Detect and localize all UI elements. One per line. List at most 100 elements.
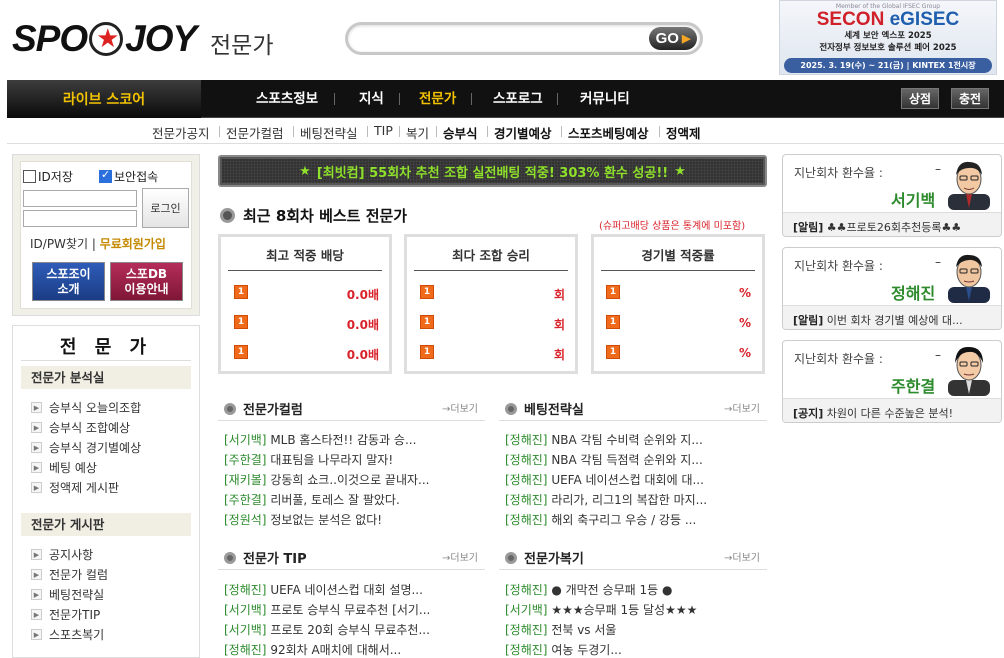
menu-item[interactable]: ▶ 베팅전략실 <box>31 586 104 603</box>
nav-item-knowledge[interactable]: 지식 <box>359 80 384 118</box>
list-item[interactable]: [서기백] 프로토 승부식 무료추천 [서기... <box>224 601 430 618</box>
chevron-right-icon: ▶ <box>31 402 42 413</box>
subnav-tip[interactable]: TIP <box>374 123 393 138</box>
list-item[interactable]: [정해진] NBA 각팀 수비력 순위와 지... <box>505 431 703 448</box>
menu-item[interactable]: ▶ 공지사항 <box>31 546 93 563</box>
expert-avatar-icon <box>948 161 990 210</box>
spojoy-intro-button[interactable]: 스포조이 소개 <box>32 262 105 301</box>
list-item[interactable]: [정해진] UEFA 네이션스컵 대회에 대... <box>505 471 704 488</box>
charge-button[interactable]: 충전 <box>951 88 990 109</box>
bullet-circle-icon <box>224 551 236 564</box>
list-item[interactable]: [재키볼] 강동희 쇼크..이것으로 끝내자... <box>224 471 430 488</box>
menu-item[interactable]: ▶ 베팅 예상 <box>31 459 97 476</box>
expert-card[interactable]: 지난회차 환수율 : – 서기백 [알림] ♣♣프로토26회추천등록♣♣ <box>782 154 1002 237</box>
divider <box>218 569 485 570</box>
review-more-link[interactable]: →더보기 <box>724 549 760 564</box>
return-rate-label: 지난회차 환수율 : <box>794 259 883 273</box>
menu-item[interactable]: ▶ 전문가TIP <box>31 606 100 623</box>
expert-card[interactable]: 지난회차 환수율 : – 주한결 [공지] 차원이 다른 수준높은 분석! <box>782 340 1002 423</box>
rank-badge: 1 <box>234 315 248 329</box>
subnav-win-lose[interactable]: 승부식 <box>443 123 478 142</box>
chevron-right-icon: ▶ <box>31 609 42 620</box>
star-icon: ★ <box>299 163 311 179</box>
list-item[interactable]: [서기백] MLB 홈스타전!! 감동과 승... <box>224 431 416 448</box>
divider <box>499 420 767 421</box>
subnav-divider <box>436 126 437 137</box>
intro-line1: 스포조이 <box>46 266 91 281</box>
strategy-section-title[interactable]: 베팅전략실 <box>505 399 584 418</box>
ad-banner-secon[interactable]: Member of the Global IFSEC Group SECON e… <box>779 0 997 75</box>
best-value: 회 <box>553 318 565 332</box>
subnav-flat-rate[interactable]: 정액제 <box>666 123 701 142</box>
tip-section-title[interactable]: 전문가 TIP <box>224 548 307 567</box>
list-item[interactable]: [정해진] 라리가, 리그1의 복잡한 마지... <box>505 491 707 508</box>
secure-login-checkbox[interactable]: 보안접속 <box>99 168 158 185</box>
strategy-more-link[interactable]: →더보기 <box>724 400 760 415</box>
subnav-expert-column[interactable]: 전문가컬럼 <box>226 123 284 142</box>
return-rate-value: – <box>935 255 941 269</box>
go-label: GO <box>655 30 679 47</box>
subnav-review[interactable]: 복기 <box>406 123 429 142</box>
password-field[interactable] <box>23 210 137 227</box>
review-section-title[interactable]: 전문가복기 <box>505 548 584 567</box>
ad-brand-egisec: eGISEC <box>889 9 960 30</box>
subnav-betting-strategy[interactable]: 베팅전략실 <box>300 123 358 142</box>
best-value: 0.0배 <box>346 348 379 362</box>
column-more-link[interactable]: →더보기 <box>442 400 478 415</box>
subnav-divider <box>659 126 660 137</box>
search-go-button[interactable]: GO ▶ <box>649 27 697 50</box>
list-item[interactable]: [정해진] 여농 두경기... <box>505 641 622 658</box>
list-item[interactable]: [주한결] 리버풀, 토레스 잘 팔았다. <box>224 491 400 508</box>
menu-item[interactable]: ▶ 승부식 조합예상 <box>31 419 130 436</box>
login-button[interactable]: 로그인 <box>142 188 189 228</box>
nav-item-sports-info[interactable]: 스포츠정보 <box>256 80 318 118</box>
list-item[interactable]: [정원석] 정보없는 분석은 없다! <box>224 511 382 528</box>
subnav-sports-betting-prediction[interactable]: 스포츠베팅예상 <box>568 123 649 142</box>
list-item[interactable]: [정해진] 해외 축구리그 우승 / 강등 ... <box>505 511 696 528</box>
column-section-title[interactable]: 전문가컬럼 <box>224 399 303 418</box>
list-item[interactable]: [서기백] ★★★승무패 1등 달성★★★ <box>505 601 697 618</box>
menu-item[interactable]: ▶ 승부식 오늘의조합 <box>31 399 141 416</box>
checkbox-checked-icon <box>99 168 112 183</box>
list-item[interactable]: [정해진] 92회차 A매치에 대해서... <box>224 641 401 658</box>
subnav-divider <box>561 126 562 137</box>
menu-item[interactable]: ▶ 승부식 경기별예상 <box>31 439 141 456</box>
list-item[interactable]: [정해진] 전북 vs 서울 <box>505 621 616 638</box>
nav-item-spolog[interactable]: 스포로그 <box>493 80 543 118</box>
expert-notice: [공지] 차원이 다른 수준높은 분석! <box>783 398 1001 422</box>
list-item[interactable]: [정해진] NBA 각팀 득점력 순위와 지... <box>505 451 703 468</box>
menu-item[interactable]: ▶ 스포츠복기 <box>31 626 104 643</box>
subnav-expert-notice[interactable]: 전문가공지 <box>152 123 210 142</box>
spodb-guide-button[interactable]: 스포DB 이용안내 <box>110 262 183 301</box>
chevron-right-icon: ▶ <box>31 589 42 600</box>
best-value: 0.0배 <box>346 318 379 332</box>
list-item[interactable]: [정해진] UEFA 네이션스컵 대회 설명... <box>224 581 423 598</box>
menu-item[interactable]: ▶ 전문가 컬럼 <box>31 566 108 583</box>
list-item[interactable]: [서기백] 프로토 20회 승부식 무료추천... <box>224 621 430 638</box>
save-id-checkbox[interactable]: ID저장 <box>23 168 73 185</box>
user-id-field[interactable] <box>23 190 137 207</box>
best-box-title: 경기별 적중률 <box>641 248 715 263</box>
live-score-tab[interactable]: 라이브 스코어 <box>7 80 201 118</box>
expert-avatar-icon <box>948 346 990 396</box>
shop-button[interactable]: 상점 <box>901 88 940 109</box>
tip-more-link[interactable]: →더보기 <box>442 549 478 564</box>
menu-item[interactable]: ▶ 정액제 게시판 <box>31 479 119 496</box>
find-id-pw-link[interactable]: ID/PW찾기 <box>30 237 88 251</box>
signup-link[interactable]: 무료회원가입 <box>100 237 166 251</box>
bullet-circle-icon <box>505 551 517 564</box>
arrow-right-icon: ▶ <box>681 33 691 45</box>
nav-item-expert[interactable]: 전문가 <box>419 80 456 118</box>
nav-item-community[interactable]: 커뮤니티 <box>580 80 630 118</box>
expert-card[interactable]: 지난회차 환수율 : – 정해진 [알림] 이번 회차 경기별 예상에 대... <box>782 247 1002 330</box>
rank-badge: 1 <box>234 285 248 299</box>
chevron-right-icon: ▶ <box>31 442 42 453</box>
rank-badge: 1 <box>420 285 434 299</box>
site-logo[interactable]: SPO ★ JOY <box>12 18 197 60</box>
list-item[interactable]: [정해진] ● 개막전 승무패 1등 ● <box>505 581 672 598</box>
section-subtitle: 전문가 <box>210 33 274 59</box>
news-ticker-banner[interactable]: ★ [최빗컴] 55회차 추천 조합 실전배팅 적중! 303% 환수 성공!!… <box>218 155 767 187</box>
ad-line1: 세계 보안 엑스포 2025 <box>844 31 932 41</box>
list-item[interactable]: [주한결] 대표팀을 나무라지 말자! <box>224 451 393 468</box>
subnav-match-prediction[interactable]: 경기별예상 <box>494 123 552 142</box>
